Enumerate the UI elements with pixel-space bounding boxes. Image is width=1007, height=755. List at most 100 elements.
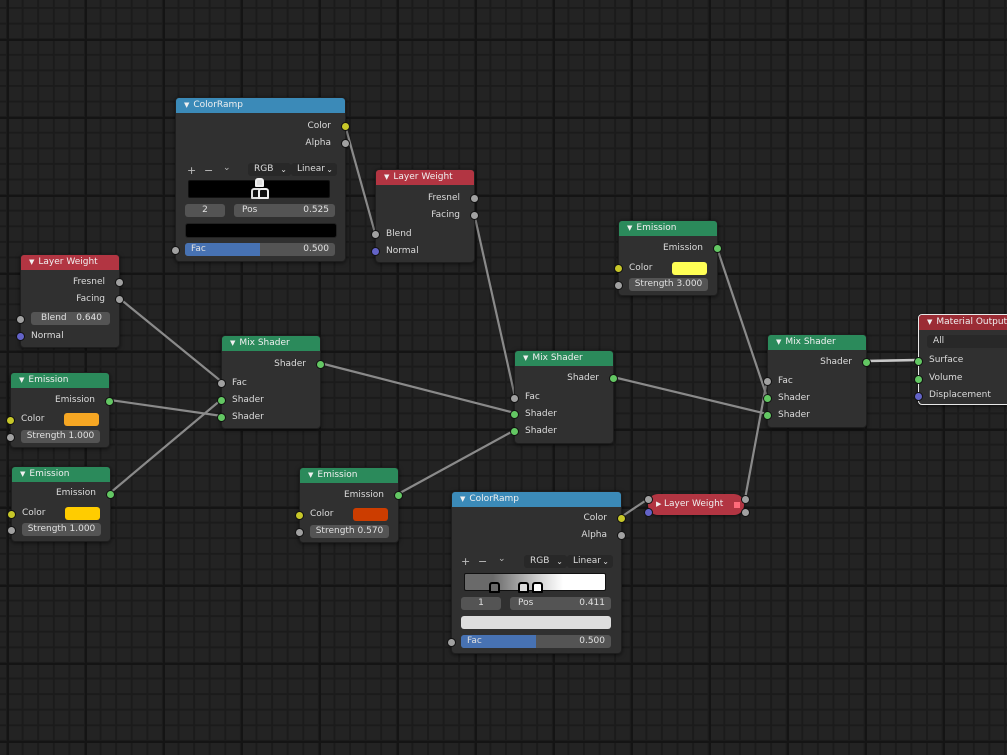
add-stop-button[interactable]: + bbox=[187, 164, 196, 177]
input-normal-socket[interactable] bbox=[16, 332, 25, 341]
node-material-output[interactable]: ▼ Material Output All⌄ Surface Volume Dis… bbox=[914, 314, 1007, 405]
node-header[interactable]: ▼ Mix Shader bbox=[515, 351, 613, 366]
input-color-socket[interactable] bbox=[7, 510, 16, 519]
ramp-stop-handle[interactable] bbox=[532, 582, 543, 593]
node-emission-lightyellow[interactable]: ▼ Emission Emission Color Strength 3.000 bbox=[614, 220, 722, 296]
emission-color-swatch[interactable] bbox=[65, 507, 100, 520]
collapse-triangle-icon[interactable]: ▼ bbox=[523, 351, 528, 366]
collapse-triangle-icon[interactable]: ▼ bbox=[20, 467, 25, 482]
output-color-socket[interactable] bbox=[617, 514, 626, 523]
input-shader1-socket[interactable] bbox=[510, 410, 519, 419]
node-emission-red[interactable]: ▼ Emission Emission Color Strength 0.570 bbox=[295, 467, 403, 543]
node-layerweight-left[interactable]: ▼ Layer Weight Fresnel Facing Blend 0.640 … bbox=[16, 254, 124, 348]
emission-color-swatch[interactable] bbox=[353, 508, 388, 521]
node-colorramp-top[interactable]: ▼ ColorRamp Color Alpha + − ⌄ RGB ⌄ Linear… bbox=[171, 97, 350, 262]
collapsed-output-fresnel-socket[interactable] bbox=[741, 495, 750, 504]
ramp-stop-handle-active[interactable] bbox=[518, 582, 529, 593]
color-mode-dropdown[interactable]: RGB ⌄ bbox=[248, 163, 291, 176]
input-fac-socket[interactable] bbox=[763, 377, 772, 386]
output-shader-socket[interactable] bbox=[609, 374, 618, 383]
strength-field[interactable]: Strength 1.000 bbox=[21, 430, 100, 443]
collapse-triangle-icon[interactable]: ▼ bbox=[184, 98, 189, 113]
input-fac-socket[interactable] bbox=[447, 638, 456, 647]
expand-triangle-icon[interactable]: ▶ bbox=[656, 494, 661, 515]
link-layerweight-left-to-mixshader-left-fac[interactable] bbox=[117, 296, 224, 384]
hidden-sockets-icon[interactable] bbox=[734, 502, 740, 508]
node-header[interactable]: ▼ Emission bbox=[619, 221, 717, 236]
remove-stop-button[interactable]: − bbox=[204, 164, 213, 177]
node-mixshader-left[interactable]: ▼ Mix Shader Shader Fac Shader Shader bbox=[217, 335, 325, 429]
interpolation-dropdown[interactable]: Linear ⌄ bbox=[567, 555, 613, 568]
collapsed-input-blend-socket[interactable] bbox=[644, 495, 653, 504]
node-header[interactable]: ▼ Mix Shader bbox=[222, 336, 320, 351]
color-mode-dropdown[interactable]: RGB ⌄ bbox=[524, 555, 567, 568]
link-emission-red-to-mixshader-mid-shader2[interactable] bbox=[396, 428, 517, 496]
stop-color-swatch[interactable] bbox=[185, 223, 337, 238]
output-fresnel-socket[interactable] bbox=[115, 278, 124, 287]
strength-field[interactable]: Strength 0.570 bbox=[310, 525, 389, 538]
link-mixshader-mid-to-mixshader-right-shader2[interactable] bbox=[611, 375, 769, 416]
ramp-stop-handle[interactable] bbox=[255, 178, 264, 187]
collapsed-input-normal-socket[interactable] bbox=[644, 508, 653, 517]
node-emission-orange[interactable]: ▼ Emission Emission Color Strength 1.000 bbox=[6, 372, 114, 448]
output-emission-socket[interactable] bbox=[713, 244, 722, 253]
input-blend-socket[interactable] bbox=[16, 315, 25, 324]
link-layerweight-top-to-mixshader-mid-fac[interactable] bbox=[472, 211, 517, 399]
node-header[interactable]: ▼ Layer Weight bbox=[21, 255, 119, 270]
node-colorramp-bottom[interactable]: ▼ ColorRamp Color Alpha + − ⌄ RGB ⌄ Linear… bbox=[447, 491, 626, 654]
collapse-triangle-icon[interactable]: ▼ bbox=[460, 492, 465, 507]
remove-stop-button[interactable]: − bbox=[478, 555, 487, 568]
collapse-triangle-icon[interactable]: ▼ bbox=[627, 221, 632, 236]
node-mixshader-mid[interactable]: ▼ Mix Shader Shader Fac Shader Shader bbox=[510, 350, 618, 444]
input-blend-socket[interactable] bbox=[371, 230, 380, 239]
ramp-stop-handle[interactable] bbox=[489, 582, 500, 593]
input-normal-socket[interactable] bbox=[371, 247, 380, 256]
output-facing-socket[interactable] bbox=[115, 295, 124, 304]
node-header[interactable]: ▼ Emission bbox=[11, 373, 109, 388]
node-header[interactable]: ▼ ColorRamp bbox=[452, 492, 621, 507]
input-strength-socket[interactable] bbox=[7, 526, 16, 535]
input-fac-socket[interactable] bbox=[217, 379, 226, 388]
link-mixshader-right-to-material-output[interactable] bbox=[865, 358, 919, 363]
collapse-triangle-icon[interactable]: ▼ bbox=[927, 315, 932, 330]
node-emission-yellow[interactable]: ▼ Emission Emission Color Strength 1.000 bbox=[7, 466, 115, 542]
input-shader1-socket[interactable] bbox=[217, 396, 226, 405]
ramp-menu-chevron-icon[interactable]: ⌄ bbox=[223, 162, 231, 175]
node-mixshader-right[interactable]: ▼ Mix Shader Shader Fac Shader Shader bbox=[763, 334, 871, 428]
fac-slider[interactable]: Fac 0.500 bbox=[185, 243, 335, 256]
output-shader-socket[interactable] bbox=[316, 360, 325, 369]
node-header[interactable]: ▼ Material Output bbox=[919, 315, 1007, 330]
link-emission-yellow-to-mixshader-left-shader1[interactable] bbox=[108, 397, 224, 495]
input-volume-socket[interactable] bbox=[914, 375, 923, 384]
ramp-stop-handle-active[interactable] bbox=[258, 188, 269, 199]
blend-field[interactable]: Blend 0.640 bbox=[31, 312, 110, 325]
link-mixshader-left-to-mixshader-mid-shader1[interactable] bbox=[318, 361, 517, 415]
output-alpha-socket[interactable] bbox=[617, 531, 626, 540]
input-fac-socket[interactable] bbox=[510, 394, 519, 403]
stop-position-field[interactable]: Pos 0.525 bbox=[234, 204, 335, 217]
emission-color-swatch[interactable] bbox=[64, 413, 99, 426]
input-strength-socket[interactable] bbox=[6, 433, 15, 442]
output-facing-socket[interactable] bbox=[470, 211, 479, 220]
input-shader2-socket[interactable] bbox=[763, 411, 772, 420]
collapse-triangle-icon[interactable]: ▼ bbox=[384, 170, 389, 185]
output-shader-socket[interactable] bbox=[862, 358, 871, 367]
strength-field[interactable]: Strength 1.000 bbox=[22, 523, 101, 536]
node-header[interactable]: ▼ Emission bbox=[300, 468, 398, 483]
input-shader1-socket[interactable] bbox=[763, 394, 772, 403]
link-emission-lightyellow-to-mixshader-right-shader1[interactable] bbox=[715, 246, 769, 399]
input-color-socket[interactable] bbox=[6, 416, 15, 425]
input-color-socket[interactable] bbox=[295, 511, 304, 520]
stop-position-field[interactable]: Pos 0.411 bbox=[510, 597, 611, 610]
input-shader2-socket[interactable] bbox=[510, 427, 519, 436]
node-layerweight-top[interactable]: ▼ Layer Weight Fresnel Facing Blend Norma… bbox=[371, 169, 479, 263]
active-stop-index-field[interactable]: 2 bbox=[185, 204, 225, 217]
input-strength-socket[interactable] bbox=[295, 528, 304, 537]
active-stop-index-field[interactable]: 1 bbox=[461, 597, 501, 610]
output-alpha-socket[interactable] bbox=[341, 139, 350, 148]
interpolation-dropdown[interactable]: Linear ⌄ bbox=[291, 163, 337, 176]
add-stop-button[interactable]: + bbox=[461, 555, 470, 568]
node-layerweight-collapsed[interactable]: ▶ Layer Weight bbox=[648, 494, 744, 515]
output-emission-socket[interactable] bbox=[106, 490, 115, 499]
input-strength-socket[interactable] bbox=[614, 281, 623, 290]
